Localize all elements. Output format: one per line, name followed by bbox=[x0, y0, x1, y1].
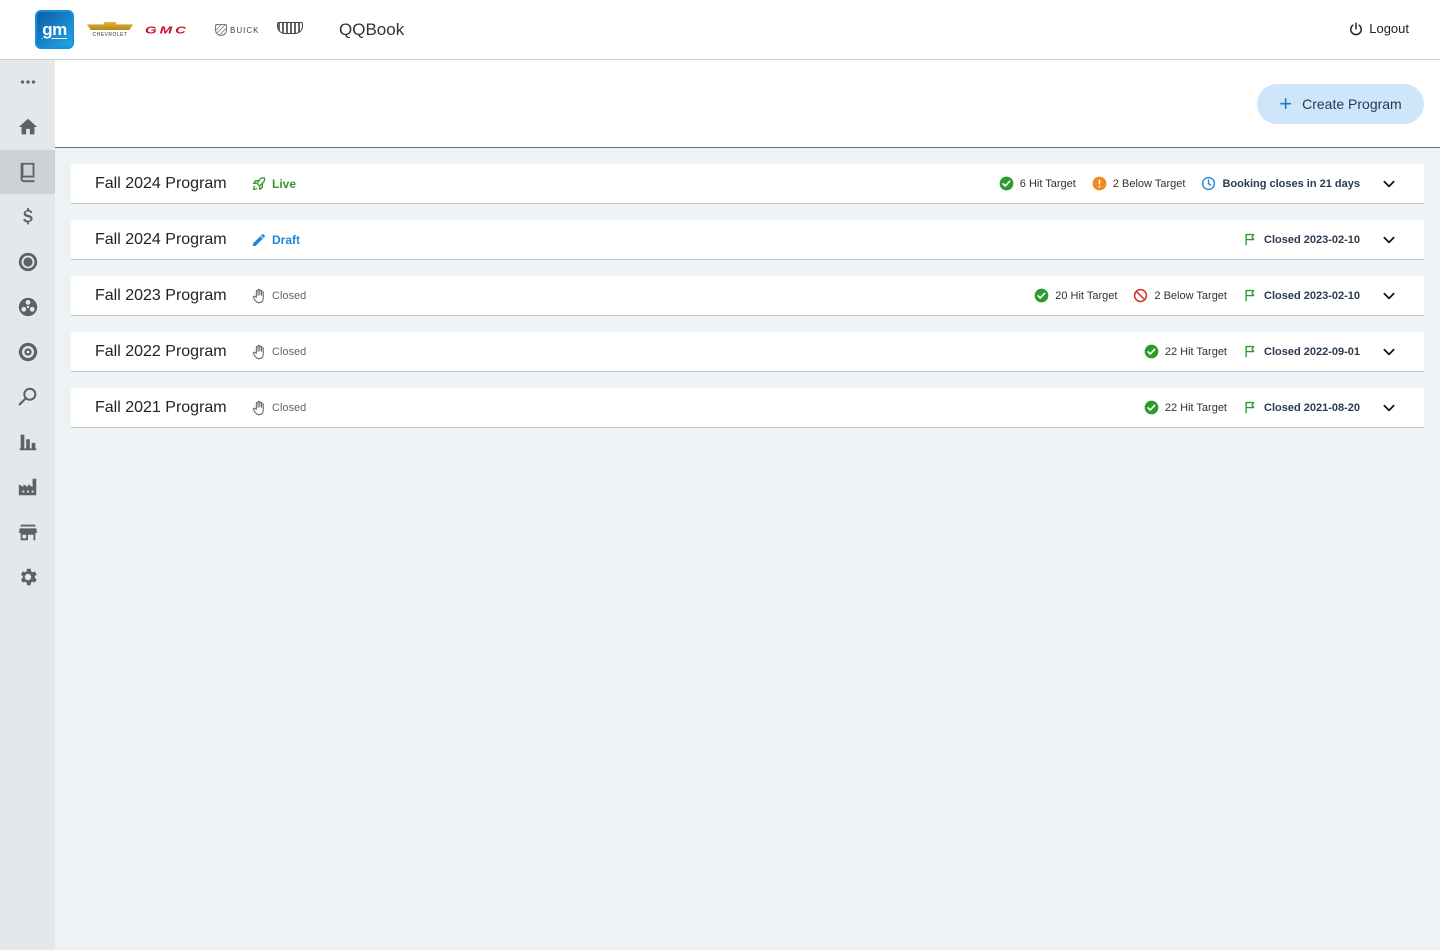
program-meta: 22 Hit Target Closed 2021-08-20 bbox=[1144, 400, 1360, 415]
sidebar bbox=[0, 60, 55, 950]
program-row[interactable]: Fall 2023 Program Closed 20 Hit Target 2… bbox=[71, 276, 1424, 316]
gmc-logo: GMC bbox=[145, 24, 189, 36]
program-title: Fall 2023 Program bbox=[95, 286, 227, 304]
app-title: QQBook bbox=[339, 20, 405, 39]
sidebar-item-store[interactable] bbox=[0, 510, 55, 554]
hit-target-count: 22 Hit Target bbox=[1144, 400, 1227, 415]
sidebar-item-reports[interactable] bbox=[0, 420, 55, 464]
closed-date: Closed 2021-08-20 bbox=[1243, 400, 1360, 415]
gear-icon bbox=[20, 568, 37, 586]
buick-shield-icon bbox=[215, 24, 227, 36]
sidebar-item-pricing[interactable] bbox=[0, 195, 55, 239]
rocket-icon bbox=[253, 176, 266, 190]
sidebar-item-tire[interactable] bbox=[0, 330, 55, 374]
flag-icon bbox=[1245, 289, 1255, 302]
program-row[interactable]: Fall 2024 Program Draft Closed 2023-02-1… bbox=[71, 220, 1424, 260]
more-horizontal-icon bbox=[20, 80, 35, 84]
program-title: Fall 2022 Program bbox=[95, 342, 227, 360]
chevron-down-icon[interactable] bbox=[1382, 233, 1396, 247]
chevrolet-logo: CHEVROLET bbox=[85, 22, 135, 38]
factory-icon bbox=[18, 478, 36, 496]
search-icon bbox=[18, 387, 36, 406]
top-bar: gm CHEVROLET GMC BUICK QQBook Logout bbox=[0, 0, 1440, 60]
hit-target-count: 6 Hit Target bbox=[999, 176, 1076, 191]
closed-date: Closed 2022-09-01 bbox=[1243, 344, 1360, 359]
flag-icon bbox=[1245, 345, 1255, 358]
program-row[interactable]: Fall 2024 Program Live 6 Hit Target 2 Be… bbox=[71, 164, 1424, 204]
program-meta: 20 Hit Target 2 Below Target Closed 2023… bbox=[1034, 288, 1360, 303]
page-toolbar: + Create Program bbox=[55, 60, 1440, 148]
program-meta: 6 Hit Target 2 Below Target Booking clos… bbox=[999, 176, 1360, 191]
book-icon bbox=[20, 162, 34, 183]
program-title: Fall 2024 Program bbox=[95, 174, 227, 192]
tire-icon bbox=[18, 342, 37, 362]
program-title: Fall 2024 Program bbox=[95, 230, 227, 248]
sidebar-item-factory[interactable] bbox=[0, 465, 55, 509]
below-target-count: 2 Below Target bbox=[1092, 176, 1185, 191]
program-row[interactable]: Fall 2022 Program Closed 22 Hit Target C… bbox=[71, 332, 1424, 372]
bar-chart-icon bbox=[19, 434, 36, 451]
sidebar-item-search[interactable] bbox=[0, 375, 55, 419]
program-meta: Closed 2023-02-10 bbox=[1243, 232, 1360, 247]
hit-target-count: 20 Hit Target bbox=[1034, 288, 1117, 303]
target-icon bbox=[18, 252, 37, 272]
status-badge: Draft bbox=[251, 232, 300, 248]
hand-stop-icon bbox=[252, 344, 264, 359]
chevron-down-icon[interactable] bbox=[1382, 289, 1396, 303]
status-badge: Closed bbox=[251, 400, 306, 416]
program-meta: 22 Hit Target Closed 2022-09-01 bbox=[1144, 344, 1360, 359]
wheel-icon bbox=[18, 297, 37, 317]
below-target-count: 2 Below Target bbox=[1133, 288, 1227, 303]
chevrolet-bowtie-icon bbox=[87, 22, 133, 30]
power-icon bbox=[1350, 21, 1363, 35]
chevron-down-icon[interactable] bbox=[1382, 401, 1396, 415]
sidebar-item-settings[interactable] bbox=[0, 555, 55, 599]
status-badge: Closed bbox=[251, 344, 306, 360]
check-circle-icon bbox=[999, 176, 1014, 191]
warning-circle-icon bbox=[1092, 176, 1107, 191]
program-row[interactable]: Fall 2021 Program Closed 22 Hit Target C… bbox=[71, 388, 1424, 428]
cadillac-logo bbox=[277, 22, 303, 34]
hand-stop-icon bbox=[252, 288, 264, 303]
closed-date: Closed 2023-02-10 bbox=[1243, 232, 1360, 247]
gm-logo[interactable]: gm bbox=[35, 10, 74, 49]
program-list: Fall 2024 Program Live 6 Hit Target 2 Be… bbox=[71, 164, 1424, 444]
chevron-down-icon[interactable] bbox=[1382, 177, 1396, 191]
program-title: Fall 2021 Program bbox=[95, 398, 227, 416]
check-circle-icon bbox=[1034, 288, 1049, 303]
sidebar-item-target[interactable] bbox=[0, 240, 55, 284]
buick-logo: BUICK bbox=[215, 22, 259, 38]
sidebar-item-programs[interactable] bbox=[0, 150, 55, 194]
check-circle-icon bbox=[1144, 400, 1159, 415]
create-program-button[interactable]: + Create Program bbox=[1257, 84, 1424, 124]
sidebar-item-home[interactable] bbox=[0, 105, 55, 149]
home-icon bbox=[18, 118, 37, 135]
status-badge: Live bbox=[251, 176, 296, 192]
flag-icon bbox=[1245, 401, 1255, 414]
flag-icon bbox=[1245, 233, 1255, 246]
status-badge: Closed bbox=[251, 288, 306, 304]
sidebar-item-more[interactable] bbox=[0, 60, 55, 104]
sidebar-item-wheel[interactable] bbox=[0, 285, 55, 329]
plus-icon: + bbox=[1279, 91, 1293, 116]
hand-stop-icon bbox=[252, 400, 264, 415]
store-icon bbox=[18, 524, 37, 541]
prohibited-icon bbox=[1134, 288, 1148, 303]
clock-icon bbox=[1202, 176, 1216, 191]
hit-target-count: 22 Hit Target bbox=[1144, 344, 1227, 359]
logout-button[interactable]: Logout bbox=[1349, 21, 1409, 36]
booking-deadline: Booking closes in 21 days bbox=[1201, 176, 1360, 191]
check-circle-icon bbox=[1144, 344, 1159, 359]
closed-date: Closed 2023-02-10 bbox=[1243, 288, 1360, 303]
pencil-icon bbox=[253, 233, 265, 246]
dollar-icon bbox=[22, 207, 33, 225]
chevron-down-icon[interactable] bbox=[1382, 345, 1396, 359]
